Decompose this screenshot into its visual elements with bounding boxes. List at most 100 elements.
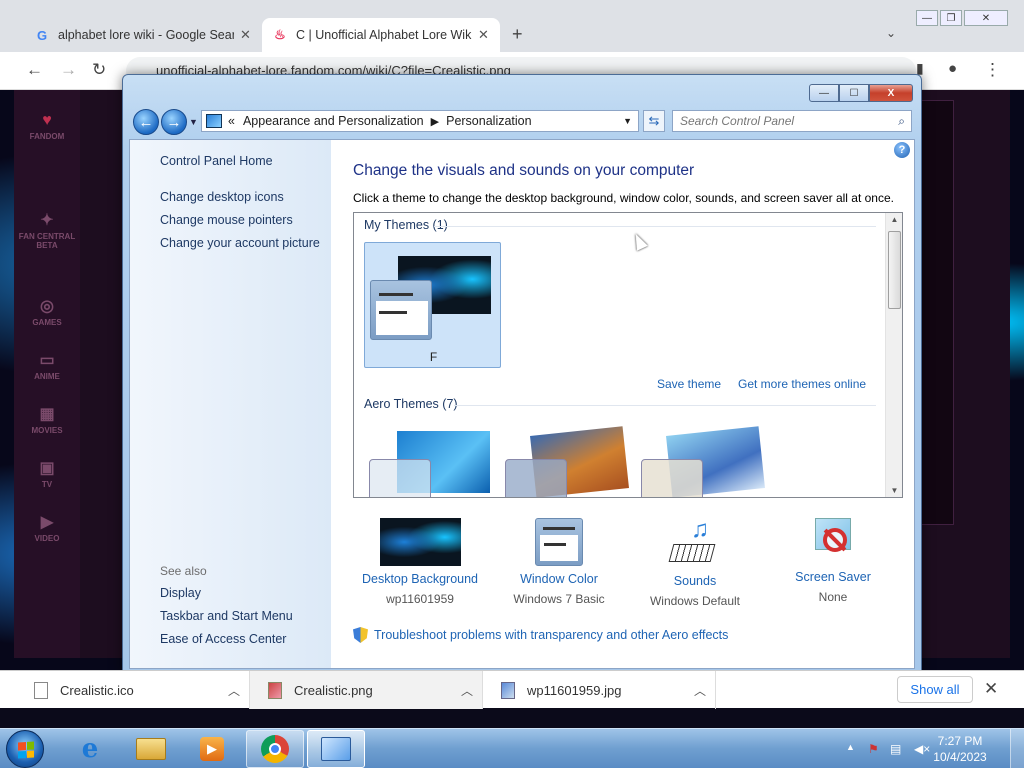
browser-restore-button[interactable]: ❐ — [940, 10, 962, 26]
taskbar-start-menu-link[interactable]: Taskbar and Start Menu — [160, 609, 293, 623]
image-file-icon — [501, 681, 515, 699]
start-button[interactable] — [6, 730, 44, 768]
change-mouse-pointers-link[interactable]: Change mouse pointers — [160, 213, 293, 227]
maximize-button[interactable]: ☐ — [839, 84, 869, 102]
scroll-down-icon[interactable]: ▼ — [886, 486, 902, 495]
windows-taskbar: e ▶ ▲ ⚑ ▤ ◀× 7:27 PM 10/4/2023 — [0, 728, 1024, 768]
taskbar-windows-explorer[interactable] — [122, 730, 180, 768]
control-panel-icon — [206, 114, 222, 128]
fandom-nav-item[interactable]: ▦ MOVIES — [14, 404, 80, 435]
change-desktop-icons-link[interactable]: Change desktop icons — [160, 190, 284, 204]
chevron-up-icon[interactable]: ︿ — [219, 682, 249, 699]
recent-pages-chevron-icon[interactable]: ▼ — [189, 117, 198, 127]
show-desktop-button[interactable] — [1010, 729, 1024, 768]
browser-close-button[interactable]: ✕ — [964, 10, 1008, 26]
fandom-nav-item[interactable]: ♥ FANDOM — [14, 112, 80, 141]
chevron-up-icon[interactable]: ︿ — [685, 682, 715, 699]
breadcrumb-arrow-icon[interactable]: ▶ — [431, 115, 439, 128]
screen-saver-button[interactable]: Screen Saver None — [765, 516, 901, 604]
fandom-nav-item[interactable]: ▭ ANIME — [14, 350, 80, 381]
search-icon[interactable]: ⌕ — [898, 114, 905, 129]
help-icon[interactable]: ? — [894, 142, 910, 158]
taskbar-control-panel[interactable] — [307, 730, 365, 768]
tab-search-chevron-icon[interactable]: ⌄ — [886, 26, 896, 40]
troubleshoot-link[interactable]: Troubleshoot problems with transparency … — [353, 627, 728, 643]
search-input[interactable]: Search Control Panel ⌕ — [672, 110, 912, 132]
download-shelf: Crealistic.ico ︿ Crealistic.png ︿ wp1160… — [0, 670, 1024, 709]
taskbar-internet-explorer[interactable]: e — [61, 730, 119, 768]
get-more-themes-link[interactable]: Get more themes online — [738, 377, 866, 391]
new-tab-button[interactable]: + — [512, 24, 523, 45]
download-filename: Crealistic.png — [294, 682, 373, 698]
change-account-picture-link[interactable]: Change your account picture — [160, 236, 320, 250]
aero-theme-windows7[interactable] — [364, 431, 501, 497]
browser-reload-button[interactable]: ↻ — [92, 60, 106, 80]
scroll-up-icon[interactable]: ▲ — [886, 215, 902, 224]
show-hidden-icons-icon[interactable]: ▲ — [846, 742, 855, 752]
taskbar-media-player[interactable]: ▶ — [183, 730, 241, 768]
profile-avatar-icon[interactable]: ● — [948, 60, 957, 77]
window-color-button[interactable]: Window Color Windows 7 Basic — [491, 516, 627, 606]
task-pane: Control Panel Home Change desktop icons … — [130, 140, 331, 668]
save-theme-link[interactable]: Save theme — [657, 377, 721, 391]
window-text-line — [379, 311, 407, 314]
aero-theme-characters[interactable] — [636, 426, 773, 497]
aero-window-preview — [505, 459, 567, 497]
close-tab-icon[interactable]: ✕ — [478, 27, 489, 43]
control-panel-home-link[interactable]: Control Panel Home — [160, 154, 273, 168]
chevron-up-icon[interactable]: ︿ — [452, 682, 482, 699]
browser-menu-icon[interactable]: ⋮ — [984, 60, 1001, 80]
theme-list[interactable]: My Themes (1) F Save theme Get more them… — [353, 212, 903, 498]
show-all-button[interactable]: Show all — [897, 676, 973, 703]
minimize-button[interactable]: — — [809, 84, 839, 102]
window-content — [376, 301, 428, 335]
download-item[interactable]: Crealistic.ico ︿ — [0, 671, 250, 709]
scroll-thumb[interactable] — [888, 231, 901, 309]
system-clock[interactable]: 7:27 PM 10/4/2023 — [930, 733, 990, 765]
desktop-background-icon — [379, 518, 461, 566]
fandom-nav-item[interactable]: ✦ FAN CENTRAL BETA — [14, 210, 80, 250]
network-icon[interactable]: ▤ — [890, 742, 901, 756]
browser-tab-fandom[interactable]: ♨ C | Unofficial Alphabet Lore Wiki ✕ — [262, 18, 500, 52]
tab-title: C | Unofficial Alphabet Lore Wiki — [296, 28, 472, 42]
fandom-nav-item[interactable]: ▣ TV — [14, 458, 80, 489]
browser-minimize-button[interactable]: — — [916, 10, 938, 26]
theme-tile-f[interactable]: F — [364, 242, 501, 368]
close-download-shelf-icon[interactable]: ✕ — [984, 679, 998, 699]
action-center-flag-icon[interactable]: ⚑ — [868, 742, 879, 756]
address-bar[interactable]: « Appearance and Personalization ▶ Perso… — [201, 110, 639, 132]
browser-forward-button[interactable]: → — [60, 60, 77, 80]
breadcrumb-appearance[interactable]: Appearance and Personalization — [243, 114, 424, 128]
aero-theme-architecture[interactable] — [500, 426, 637, 497]
volume-muted-icon[interactable]: ◀× — [914, 742, 930, 756]
breadcrumb-prefix[interactable]: « — [228, 114, 235, 128]
forward-button[interactable]: → — [161, 109, 187, 135]
fandom-nav-item[interactable]: ◎ GAMES — [14, 296, 80, 327]
download-filename: wp11601959.jpg — [527, 682, 622, 698]
back-button[interactable]: ← — [133, 109, 159, 135]
display-link[interactable]: Display — [160, 586, 201, 600]
download-item[interactable]: wp11601959.jpg ︿ — [483, 671, 716, 709]
download-item[interactable]: Crealistic.png ︿ — [250, 671, 483, 709]
address-dropdown-icon[interactable]: ▼ — [623, 116, 632, 126]
taskbar-chrome[interactable] — [246, 730, 304, 768]
window-title-bar — [379, 293, 413, 296]
close-button[interactable]: X — [869, 84, 913, 102]
tv-icon: ▣ — [39, 460, 55, 477]
ease-of-access-link[interactable]: Ease of Access Center — [160, 632, 286, 646]
browser-tab-google[interactable]: G alphabet lore wiki - Google Search ✕ — [24, 18, 262, 52]
image-file-icon — [268, 681, 282, 699]
desktop-background-label: Desktop Background — [361, 572, 479, 586]
close-tab-icon[interactable]: ✕ — [240, 27, 251, 43]
refresh-icon[interactable]: ⇆ — [643, 110, 665, 132]
sounds-button[interactable]: ♫ Sounds Windows Default — [627, 516, 763, 608]
fandom-heart-icon: ♥ — [42, 112, 52, 129]
aero-themes-header: Aero Themes (7) — [364, 397, 458, 411]
theme-list-scrollbar[interactable]: ▲ ▼ — [885, 213, 902, 497]
breadcrumb-personalization[interactable]: Personalization — [446, 114, 531, 128]
fandom-nav-item[interactable]: ▶ VIDEO — [14, 512, 80, 543]
desktop-background-button[interactable]: Desktop Background wp11601959 — [352, 516, 488, 606]
page-title: Change the visuals and sounds on your co… — [353, 162, 695, 179]
browser-back-button[interactable]: ← — [26, 60, 43, 80]
games-icon: ◎ — [40, 298, 54, 315]
